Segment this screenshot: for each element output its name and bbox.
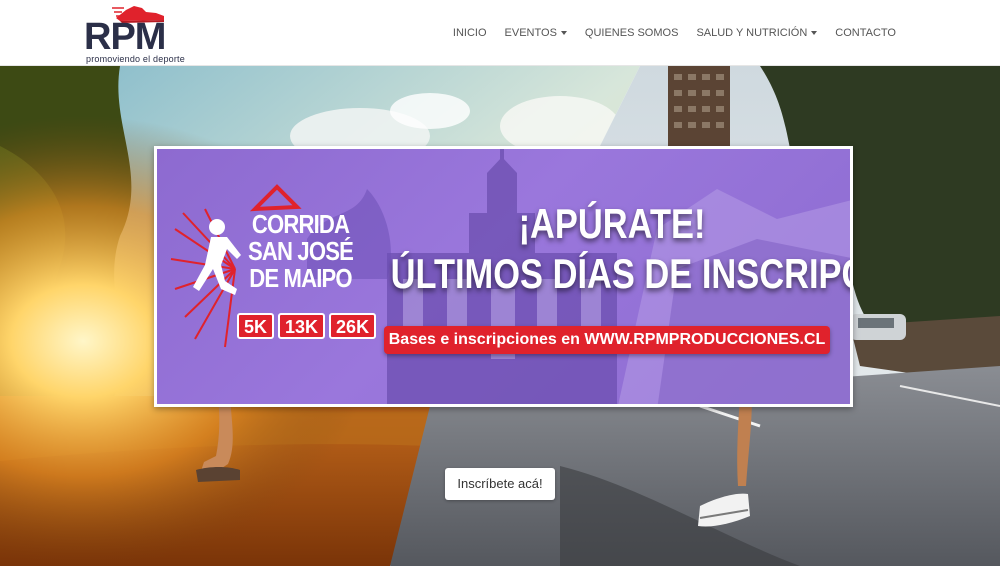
race-title-line: DE MAIPO: [249, 263, 352, 293]
nav-item-quienes-somos[interactable]: QUIENES SOMOS: [576, 27, 688, 39]
nav-label: QUIENES SOMOS: [584, 27, 679, 39]
race-title: CORRIDA SAN JOSÉ DE MAIPO: [241, 211, 360, 292]
race-title-line: SAN JOSÉ: [248, 236, 354, 266]
headline-hurry: ¡APÚRATE!: [518, 200, 706, 247]
nav-item-inicio[interactable]: INICIO: [444, 27, 496, 39]
main-nav: INICIO EVENTOS QUIENES SOMOS SALUD Y NUT…: [444, 0, 905, 66]
hero-section: CORRIDA SAN JOSÉ DE MAIPO 5K 13K 26K ¡AP…: [0, 66, 1000, 566]
nav-label: EVENTOS: [504, 27, 557, 39]
brand-wordmark: RPM: [84, 16, 166, 58]
nav-item-eventos[interactable]: EVENTOS: [496, 27, 576, 39]
register-button[interactable]: Inscríbete acá!: [445, 468, 555, 500]
headline-last-days: ÚLTIMOS DÍAS DE INSCRIPCIÓN: [390, 250, 850, 297]
nav-label: SALUD Y NUTRICIÓN: [696, 27, 808, 39]
registration-url-pill[interactable]: Bases e inscripciones en WWW.RPMPRODUCCI…: [384, 326, 830, 354]
nav-label: INICIO: [452, 27, 487, 39]
distance-badge-5k: 5K: [237, 313, 275, 339]
banner-headline: ¡APÚRATE! ÚLTIMOS DÍAS DE INSCRIPCIÓN: [382, 199, 850, 299]
nav-label: CONTACTO: [835, 27, 896, 39]
caret-down-icon: [811, 31, 818, 35]
nav-item-contacto[interactable]: CONTACTO: [826, 27, 905, 39]
caret-down-icon: [560, 31, 567, 35]
distance-badges: 5K 13K 26K: [237, 313, 377, 339]
navbar: RPM promoviendo el deporte INICIO EVENTO…: [0, 0, 1000, 66]
brand-tagline: promoviendo el deporte: [86, 54, 185, 64]
nav-item-salud-nutricion[interactable]: SALUD Y NUTRICIÓN: [687, 27, 826, 39]
distance-badge-13k: 13K: [278, 313, 326, 339]
race-title-line: CORRIDA: [251, 209, 350, 239]
brand-logo[interactable]: RPM promoviendo el deporte: [84, 2, 188, 64]
promo-banner[interactable]: CORRIDA SAN JOSÉ DE MAIPO 5K 13K 26K ¡AP…: [154, 146, 853, 407]
distance-badge-26k: 26K: [329, 313, 377, 339]
